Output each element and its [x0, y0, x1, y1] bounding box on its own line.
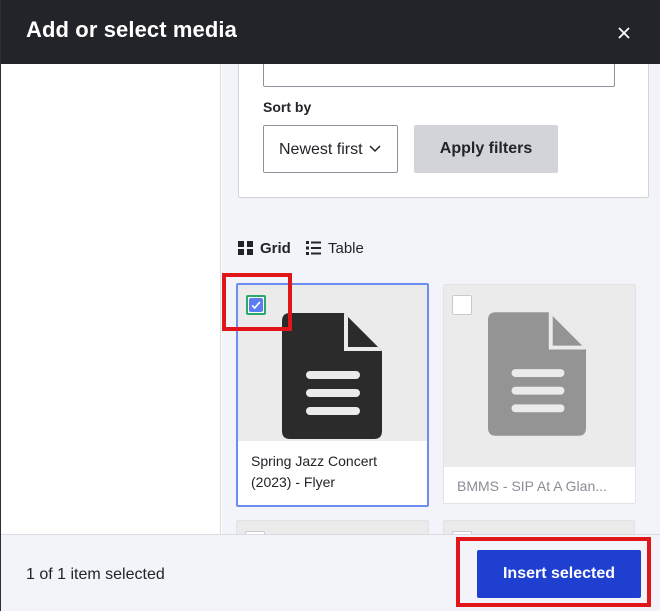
media-item-caption: Spring Jazz Concert (2023) - Flyer: [238, 441, 427, 505]
sort-by-value: Newest first: [279, 141, 363, 158]
media-item-card[interactable]: Spring Jazz Concert (2023) - Flyer: [236, 283, 429, 507]
list-icon: [306, 241, 321, 255]
dialog-title: Add or select media: [26, 17, 237, 42]
dialog-footer: 1 of 1 item selected Insert selected: [1, 534, 660, 611]
grid-view-label: Grid: [260, 240, 291, 257]
grid-icon: [238, 241, 253, 255]
document-icon: [282, 313, 382, 439]
media-item-checkbox[interactable]: [246, 295, 266, 315]
dialog-titlebar: Add or select media: [1, 0, 660, 64]
document-icon: [488, 312, 587, 436]
chevron-down-icon: [369, 145, 381, 153]
media-item-caption: BMMS - SIP At A Glan...: [444, 467, 635, 503]
table-view-label: Table: [328, 240, 364, 257]
name-filter-input[interactable]: [263, 64, 615, 87]
media-dialog: Add or select media Sort by Newest first…: [0, 0, 660, 611]
media-item-checkbox[interactable]: [452, 295, 472, 315]
sort-by-label: Sort by: [263, 99, 312, 115]
media-library-panel: Sort by Newest first Apply filters Grid: [222, 64, 660, 534]
close-icon[interactable]: [613, 22, 635, 44]
checkmark-icon: [251, 301, 261, 310]
media-item-card[interactable]: [443, 520, 635, 534]
media-type-sidebar: [1, 64, 221, 534]
filters-panel: Sort by Newest first Apply filters: [238, 64, 649, 198]
selection-status: 1 of 1 item selected: [26, 566, 165, 583]
sort-by-select[interactable]: Newest first: [263, 125, 398, 173]
media-item-card[interactable]: BMMS - SIP At A Glan...: [443, 284, 636, 504]
insert-selected-button[interactable]: Insert selected: [477, 550, 641, 598]
apply-filters-button[interactable]: Apply filters: [414, 125, 558, 173]
media-item-card[interactable]: [236, 520, 429, 534]
